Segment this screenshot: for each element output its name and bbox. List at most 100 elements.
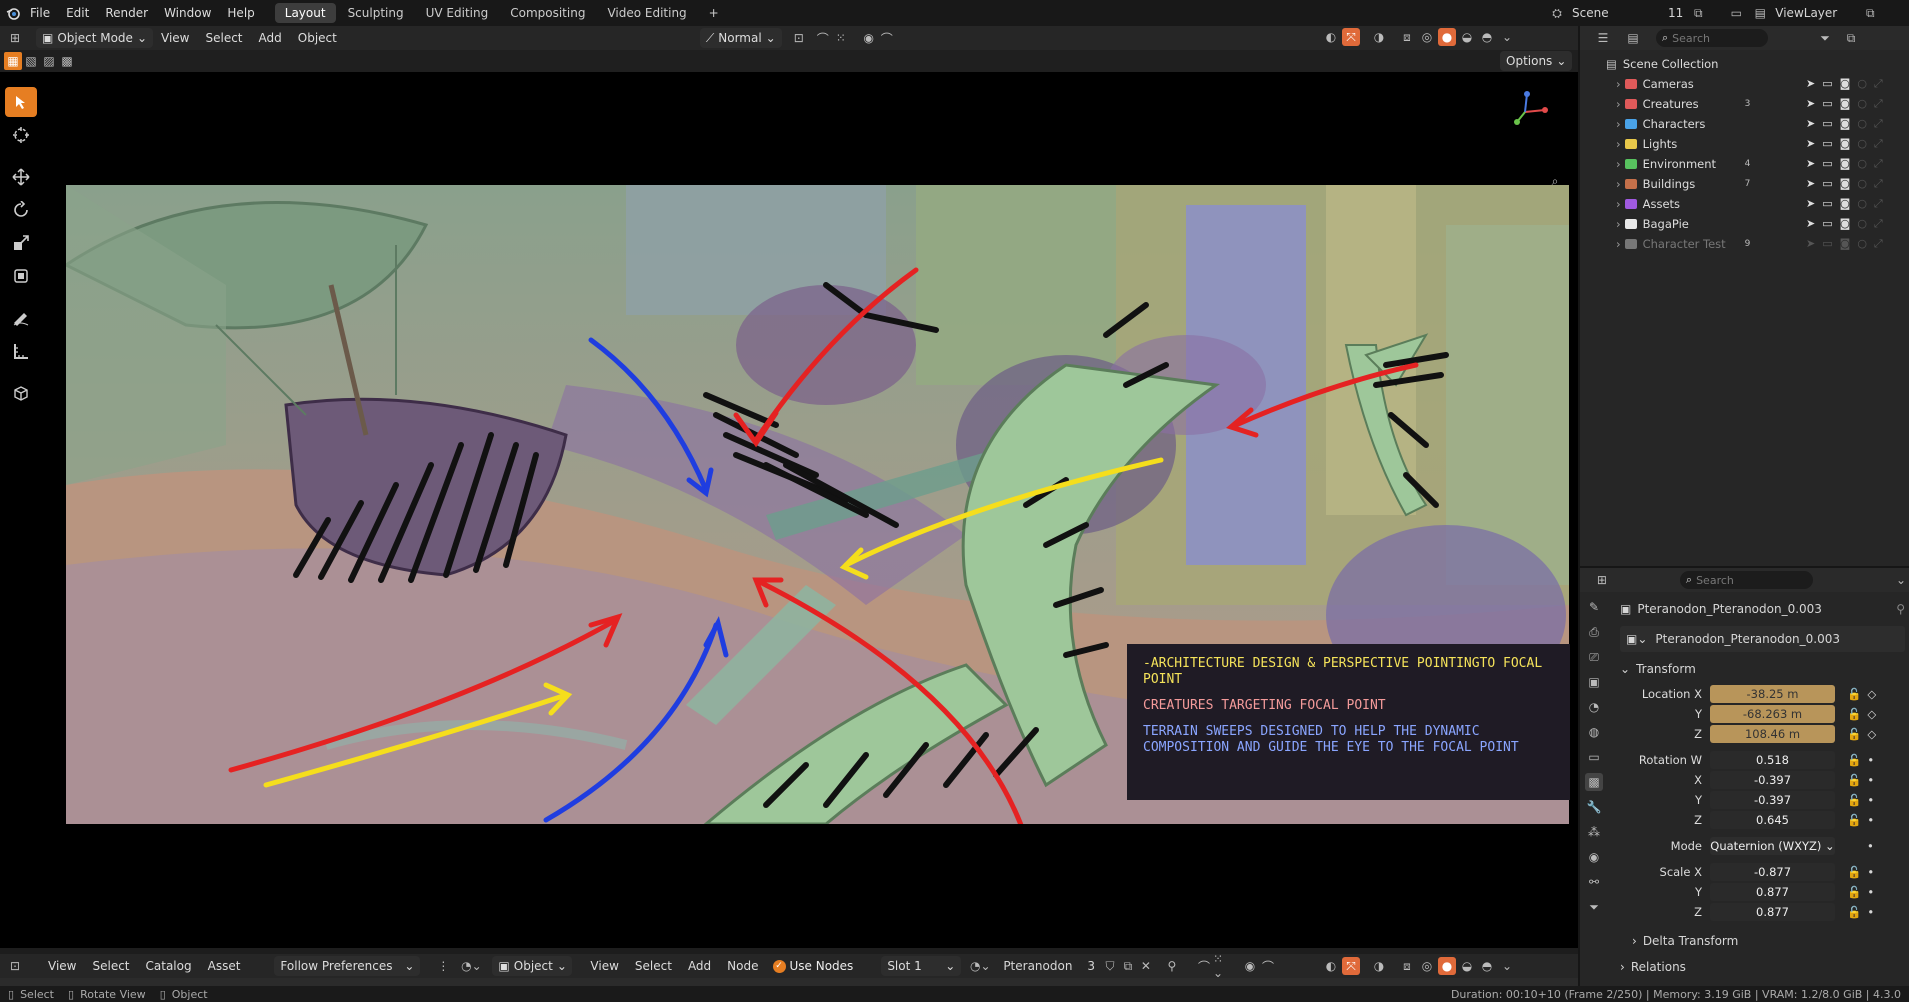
- node-menu-view[interactable]: View: [582, 953, 626, 979]
- tab-uv-editing[interactable]: UV Editing: [416, 3, 499, 23]
- material-browse-icon[interactable]: ◔⌄: [970, 957, 991, 975]
- properties-editor-icon[interactable]: ⊞: [1594, 571, 1610, 589]
- transform-tool[interactable]: [5, 261, 37, 291]
- render-toggle-icon[interactable]: ◙: [1840, 97, 1851, 111]
- holdout-toggle-icon[interactable]: ⤢: [1874, 97, 1883, 111]
- select-subtract-icon[interactable]: ▨: [40, 52, 58, 70]
- xray-icon[interactable]: ⧈: [1398, 28, 1416, 46]
- unlink-material-icon[interactable]: ✕: [1137, 957, 1155, 975]
- collection-row-assets[interactable]: › Assets ➤ ▭ ◙ ○ ⤢: [1580, 194, 1909, 214]
- duplicate-scene-icon[interactable]: ⧉: [1689, 4, 1707, 22]
- tab-layout[interactable]: Layout: [274, 3, 336, 23]
- collection-row-cameras[interactable]: › Cameras ➤ ▭ ◙ ○ ⤢: [1580, 74, 1909, 94]
- orientation-dropdown[interactable]: ⟋ Normal ⌄: [699, 28, 782, 48]
- viewport-toggle-icon[interactable]: ▭: [1822, 217, 1832, 231]
- lock-icon[interactable]: 🔓: [1847, 773, 1861, 787]
- snap-target-icon[interactable]: ⁙: [832, 29, 850, 47]
- hide-toggle-icon[interactable]: ○: [1857, 197, 1867, 211]
- chevron-right-icon[interactable]: ›: [1616, 117, 1621, 131]
- keyframe-dot-icon[interactable]: •: [1867, 793, 1874, 807]
- delta-transform-header[interactable]: › Delta Transform: [1620, 930, 1905, 952]
- holdout-toggle-icon[interactable]: ⤢: [1874, 77, 1883, 91]
- lock-icon[interactable]: 🔓: [1847, 727, 1861, 741]
- keyframe-icon[interactable]: ◇: [1867, 687, 1876, 701]
- node-menu-add[interactable]: Add: [680, 953, 719, 979]
- scene-collection-row[interactable]: ▤ Scene Collection: [1580, 54, 1909, 74]
- navigation-gizmo[interactable]: [1505, 88, 1553, 128]
- node-menu-select[interactable]: Select: [627, 953, 680, 979]
- tab-video-editing[interactable]: Video Editing: [597, 3, 696, 23]
- material-slot-dropdown[interactable]: Slot 1 ⌄: [881, 956, 962, 976]
- render-toggle-icon[interactable]: ◙: [1840, 197, 1851, 211]
- solid-shading-icon[interactable]: ●: [1438, 28, 1456, 46]
- tab-compositing[interactable]: Compositing: [500, 3, 595, 23]
- delete-scene-icon[interactable]: ▭: [1727, 4, 1745, 22]
- render-toggle-icon[interactable]: ◙: [1840, 77, 1851, 91]
- rotation-y-field[interactable]: -0.397: [1710, 791, 1835, 809]
- hide-toggle-icon[interactable]: ○: [1857, 97, 1867, 111]
- move-tool[interactable]: [5, 162, 37, 192]
- select-box-tool[interactable]: [5, 87, 37, 117]
- drag-handle-icon[interactable]: ⋮: [434, 957, 452, 975]
- select-toggle-icon[interactable]: ➤: [1806, 137, 1815, 151]
- add-cube-tool[interactable]: [5, 378, 37, 408]
- select-toggle-icon[interactable]: ➤: [1806, 197, 1815, 211]
- render-toggle-icon[interactable]: ◙: [1840, 157, 1851, 171]
- snap-target-icon[interactable]: ⁙⌄: [1213, 952, 1231, 980]
- keyframe-icon[interactable]: ◇: [1867, 727, 1876, 741]
- asset-menu-select[interactable]: Select: [84, 953, 137, 979]
- viewport-menu-object[interactable]: Object: [290, 25, 345, 51]
- hide-toggle-icon[interactable]: ○: [1857, 217, 1867, 231]
- render-toggle-icon[interactable]: ◙: [1840, 177, 1851, 191]
- holdout-toggle-icon[interactable]: ⤢: [1874, 217, 1883, 231]
- duplicate-material-icon[interactable]: ⧉: [1119, 957, 1137, 975]
- filter-icon[interactable]: ⏷: [1816, 29, 1834, 47]
- scale-y-field[interactable]: 0.877: [1710, 883, 1835, 901]
- render-toggle-icon[interactable]: ◙: [1840, 237, 1851, 251]
- chevron-right-icon[interactable]: ›: [1616, 177, 1621, 191]
- wireframe-shading-icon[interactable]: ◎: [1418, 28, 1436, 46]
- keyframe-dot-icon[interactable]: •: [1867, 773, 1874, 787]
- menu-window[interactable]: Window: [156, 0, 219, 26]
- viewport-toggle-icon[interactable]: ▭: [1822, 117, 1832, 131]
- select-toggle-icon[interactable]: ➤: [1806, 177, 1815, 191]
- hide-toggle-icon[interactable]: ○: [1857, 117, 1867, 131]
- mode-dropdown[interactable]: ▣ Object Mode ⌄: [36, 28, 153, 48]
- proportional-edit-icon[interactable]: ◉: [860, 29, 878, 47]
- lock-icon[interactable]: 🔓: [1847, 885, 1861, 899]
- collection-row-bagapie[interactable]: › BagaPie ➤ ▭ ◙ ○ ⤢: [1580, 214, 1909, 234]
- new-collection-icon[interactable]: ⧉: [1842, 29, 1860, 47]
- viewlayer-duplicate-icon[interactable]: ⧉: [1861, 4, 1879, 22]
- properties-search[interactable]: ⌕ Search: [1679, 571, 1814, 589]
- collection-row-creatures[interactable]: › Creatures 3 ➤ ▭ ◙ ○ ⤢: [1580, 94, 1909, 114]
- chevron-right-icon[interactable]: ›: [1616, 77, 1621, 91]
- render-toggle-icon[interactable]: ◙: [1840, 137, 1851, 151]
- solid-shading-icon[interactable]: ●: [1438, 957, 1456, 975]
- options-dropdown[interactable]: Options ⌄: [1500, 51, 1573, 71]
- asset-menu-asset[interactable]: Asset: [200, 953, 249, 979]
- select-toggle-icon[interactable]: ➤: [1806, 117, 1815, 131]
- tool-tab-icon[interactable]: ✎: [1585, 598, 1603, 616]
- chevron-right-icon[interactable]: ›: [1616, 217, 1621, 231]
- hide-toggle-icon[interactable]: ○: [1857, 137, 1867, 151]
- menu-help[interactable]: Help: [219, 0, 262, 26]
- relations-header[interactable]: › Relations: [1620, 956, 1905, 978]
- keyframe-dot-icon[interactable]: •: [1867, 813, 1874, 827]
- import-method-dropdown[interactable]: Follow Preferences ⌄: [274, 956, 421, 976]
- viewport-toggle-icon[interactable]: ▭: [1822, 137, 1832, 151]
- viewlayer-icon[interactable]: ▤: [1751, 4, 1769, 22]
- holdout-toggle-icon[interactable]: ⤢: [1874, 157, 1883, 171]
- node-editor-strip[interactable]: [0, 978, 1578, 986]
- xray-icon[interactable]: ⧈: [1398, 957, 1416, 975]
- menu-edit[interactable]: Edit: [58, 0, 97, 26]
- pin-icon[interactable]: ⚲: [1163, 957, 1181, 975]
- material-name-field[interactable]: Pteranodon: [1003, 959, 1083, 973]
- rotation-x-field[interactable]: -0.397: [1710, 771, 1835, 789]
- rotation-z-field[interactable]: 0.645: [1710, 811, 1835, 829]
- node-menu-node[interactable]: Node: [719, 953, 766, 979]
- select-toggle-icon[interactable]: ➤: [1806, 157, 1815, 171]
- output-tab-icon[interactable]: ⎚: [1585, 648, 1603, 666]
- menu-render[interactable]: Render: [97, 0, 156, 26]
- keyframe-dot-icon[interactable]: •: [1867, 753, 1874, 767]
- measure-tool[interactable]: [5, 336, 37, 366]
